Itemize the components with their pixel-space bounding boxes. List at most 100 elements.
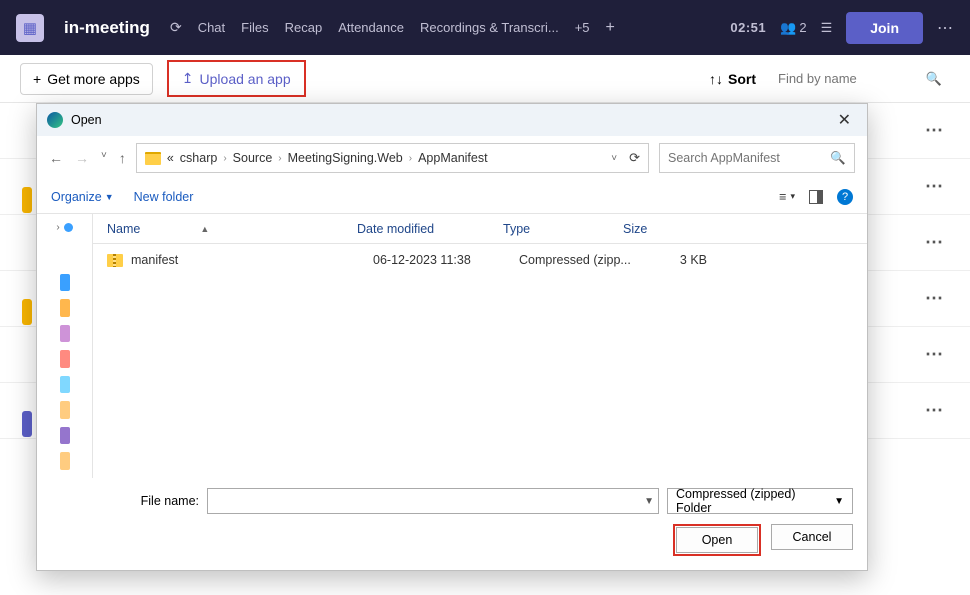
- sort-button[interactable]: ↑↓ Sort: [709, 71, 756, 87]
- find-input[interactable]: [778, 71, 926, 86]
- header-tabs: ⟳ Chat Files Recap Attendance Recordings…: [170, 19, 615, 37]
- file-name-label: File name:: [51, 494, 199, 508]
- row-more-icon[interactable]: ⋯: [925, 176, 944, 197]
- join-button[interactable]: Join: [846, 12, 923, 44]
- dialog-nav: ← → ˅ ↑ « csharp › Source › MeetingSigning…: [37, 136, 867, 180]
- crumb-prefix: «: [167, 151, 174, 165]
- sort-label: Sort: [728, 71, 756, 87]
- organize-menu[interactable]: Organize ▼: [51, 190, 114, 204]
- upload-app-button[interactable]: ↥ Upload an app: [170, 63, 303, 94]
- header-right: 02:51 👥 2 ☰ Join ⋯: [730, 12, 954, 44]
- meeting-header: ▦ in-meeting ⟳ Chat Files Recap Attendan…: [0, 0, 970, 55]
- get-more-apps-button[interactable]: + Get more apps: [20, 63, 153, 95]
- sync-icon[interactable]: ⟳: [170, 19, 182, 36]
- sidebar-item[interactable]: [60, 274, 70, 292]
- nav-forward-icon[interactable]: →: [75, 150, 89, 166]
- add-tab-icon[interactable]: +: [606, 19, 615, 37]
- toolbar-right: ≡ ▾ ?: [779, 189, 853, 205]
- file-type-label: Compressed (zipped) Folder: [676, 487, 834, 515]
- nav-recent-icon[interactable]: ˅: [101, 150, 107, 166]
- list-icon[interactable]: ☰: [821, 20, 833, 36]
- people-count[interactable]: 👥 2: [780, 20, 806, 36]
- sidebar-item[interactable]: [60, 376, 70, 394]
- folder-icon: [145, 152, 161, 165]
- dialog-footer: File name: ▼ Compressed (zipped) Folder …: [37, 478, 867, 570]
- file-date: 06-12-2023 11:38: [373, 253, 519, 267]
- file-type-select[interactable]: Compressed (zipped) Folder ▼: [667, 488, 853, 514]
- view-mode-button[interactable]: ≡ ▾: [779, 190, 795, 204]
- row-more-icon[interactable]: ⋯: [925, 288, 944, 309]
- file-name-input[interactable]: [212, 494, 638, 508]
- sort-icon: ↑↓: [709, 71, 723, 87]
- meeting-timer: 02:51: [730, 20, 766, 35]
- tabs-overflow[interactable]: +5: [575, 20, 590, 35]
- nav-arrows: ← → ˅ ↑: [49, 150, 126, 166]
- dialog-buttons: Open Cancel: [51, 524, 853, 556]
- dialog-toolbar: Organize ▼ New folder ≡ ▾ ?: [37, 180, 867, 214]
- file-name-row: File name: ▼ Compressed (zipped) Folder …: [51, 488, 853, 514]
- sidebar-item[interactable]: [60, 299, 70, 317]
- row-more-icon[interactable]: ⋯: [925, 400, 944, 421]
- zip-icon: [107, 254, 123, 267]
- tab-recordings[interactable]: Recordings & Transcri...: [420, 20, 559, 35]
- header-more-icon[interactable]: ⋯: [937, 18, 954, 38]
- sidebar-item[interactable]: [60, 350, 70, 368]
- sidebar-item[interactable]: [60, 401, 70, 419]
- tab-files[interactable]: Files: [241, 20, 268, 35]
- sidebar-item[interactable]: [60, 325, 70, 343]
- cancel-button[interactable]: Cancel: [771, 524, 853, 550]
- dialog-body: › Name▲ Date modified Type Size manifest…: [37, 214, 867, 478]
- tab-attendance[interactable]: Attendance: [338, 20, 404, 35]
- nav-sidebar: ›: [37, 214, 93, 478]
- breadcrumb[interactable]: Source: [233, 151, 273, 165]
- row-more-icon[interactable]: ⋯: [925, 120, 944, 141]
- nav-back-icon[interactable]: ←: [49, 150, 63, 166]
- chevron-right-icon: ›: [223, 153, 226, 164]
- col-date[interactable]: Date modified: [357, 222, 503, 236]
- file-list-area: Name▲ Date modified Type Size manifest 0…: [93, 214, 867, 478]
- breadcrumb[interactable]: csharp: [180, 151, 218, 165]
- people-icon: 👥: [780, 20, 796, 36]
- plus-icon: +: [33, 71, 41, 87]
- folder-search[interactable]: 🔍: [659, 143, 855, 173]
- col-name[interactable]: Name▲: [107, 222, 357, 236]
- meeting-title: in-meeting: [64, 18, 150, 38]
- breadcrumb[interactable]: AppManifest: [418, 151, 487, 165]
- apps-toolbar-right: ↑↓ Sort 🔍: [709, 63, 950, 95]
- sidebar-item[interactable]: [60, 427, 70, 445]
- col-type[interactable]: Type: [503, 222, 623, 236]
- help-icon[interactable]: ?: [837, 189, 853, 205]
- row-more-icon[interactable]: ⋯: [925, 232, 944, 253]
- open-highlight: Open: [673, 524, 761, 556]
- chevron-down-icon[interactable]: ˅: [611, 153, 617, 164]
- tab-chat[interactable]: Chat: [198, 20, 225, 35]
- search-icon: 🔍: [830, 151, 846, 166]
- file-row[interactable]: manifest 06-12-2023 11:38 Compressed (zi…: [93, 244, 867, 276]
- row-more-icon[interactable]: ⋯: [925, 344, 944, 365]
- chevron-down-icon[interactable]: ▼: [638, 496, 654, 507]
- upload-highlight: ↥ Upload an app: [167, 60, 306, 97]
- find-by-name[interactable]: 🔍: [770, 63, 950, 95]
- col-size[interactable]: Size: [623, 222, 703, 236]
- chevron-down-icon: ▼: [105, 192, 114, 202]
- close-icon[interactable]: ✕: [832, 110, 857, 130]
- breadcrumb[interactable]: MeetingSigning.Web: [288, 151, 403, 165]
- chevron-right-icon: ›: [409, 153, 412, 164]
- nav-up-icon[interactable]: ↑: [119, 150, 126, 166]
- file-open-dialog: Open ✕ ← → ˅ ↑ « csharp › Source › Meeting…: [36, 103, 868, 571]
- new-folder-button[interactable]: New folder: [134, 190, 194, 204]
- tab-recap[interactable]: Recap: [285, 20, 323, 35]
- chevron-down-icon: ▼: [834, 496, 844, 507]
- preview-pane-button[interactable]: [809, 190, 823, 204]
- get-more-apps-label: Get more apps: [47, 71, 140, 87]
- sidebar-item[interactable]: [60, 452, 70, 470]
- file-name-field[interactable]: ▼: [207, 488, 659, 514]
- folder-search-input[interactable]: [668, 151, 830, 165]
- refresh-icon[interactable]: ⟳: [629, 150, 640, 166]
- upload-app-label: Upload an app: [200, 71, 291, 87]
- open-button[interactable]: Open: [676, 527, 758, 553]
- sort-asc-icon: ▲: [200, 224, 209, 234]
- sidebar-item[interactable]: ›: [56, 222, 72, 233]
- address-bar[interactable]: « csharp› Source› MeetingSigning.Web› Ap…: [136, 143, 649, 173]
- dialog-title: Open: [71, 113, 102, 127]
